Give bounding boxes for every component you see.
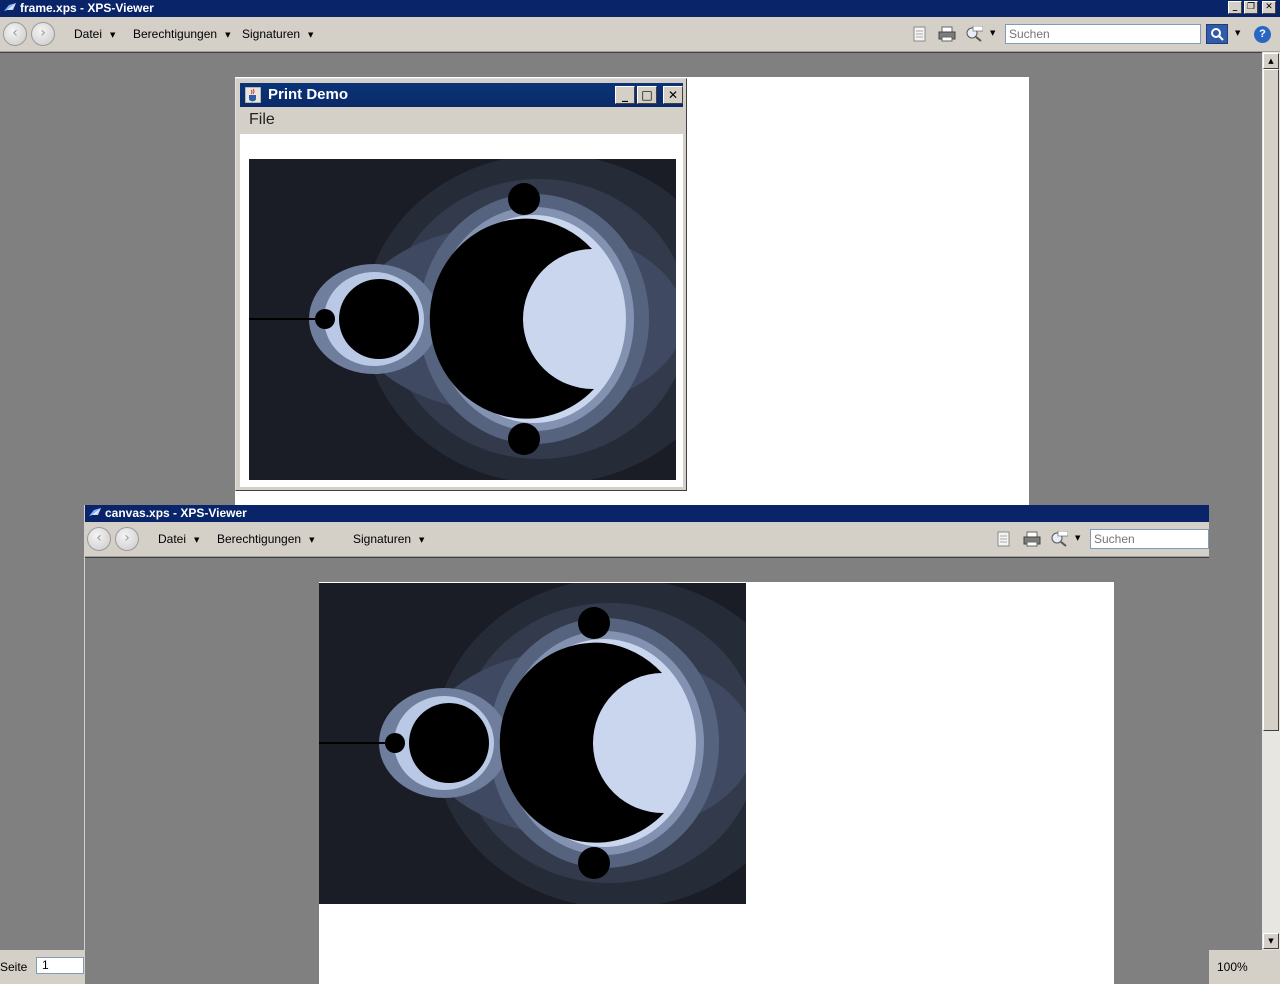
- page-number-input[interactable]: 1: [36, 957, 84, 974]
- back-button[interactable]: ‹: [3, 22, 27, 46]
- chevron-down-icon: ▼: [308, 30, 314, 39]
- java-cup-icon: [245, 87, 261, 103]
- menu-berechtigungen[interactable]: Berechtigungen ▼: [133, 27, 230, 41]
- page-icon[interactable]: [911, 26, 929, 42]
- menu-datei-label: Datei: [74, 27, 103, 41]
- print-demo-frame: Print Demo _ □ ✕ File: [235, 78, 687, 491]
- search-input[interactable]: [1005, 24, 1201, 44]
- scroll-up-button[interactable]: ▲: [1263, 53, 1279, 69]
- menu-berechtigungen-label: Berechtigungen: [133, 27, 218, 41]
- menu-datei[interactable]: Datei ▼: [74, 27, 115, 41]
- chevron-down-icon[interactable]: ▼: [1075, 534, 1080, 542]
- menu-signaturen-label: Signaturen: [353, 532, 412, 546]
- menu-berechtigungen[interactable]: Berechtigungen ▼: [217, 532, 314, 546]
- print-demo-title: Print Demo: [268, 86, 349, 103]
- vertical-scrollbar[interactable]: ▲ ▼: [1262, 52, 1280, 950]
- forward-button[interactable]: ›: [31, 22, 55, 46]
- title-bar: canvas.xps - XPS-Viewer: [85, 505, 1209, 522]
- back-button[interactable]: ‹: [87, 527, 111, 551]
- print-demo-title-bar: Print Demo _ □ ✕: [240, 83, 683, 107]
- close-button[interactable]: ✕: [663, 86, 683, 104]
- fractal-image: [249, 159, 676, 480]
- chevron-down-icon: ▼: [419, 535, 425, 544]
- chevron-down-icon[interactable]: ▼: [990, 29, 995, 37]
- page-icon[interactable]: [995, 531, 1013, 547]
- menu-datei[interactable]: Datei ▼: [158, 532, 199, 546]
- xps-app-icon: [4, 3, 16, 11]
- scroll-down-button[interactable]: ▼: [1263, 933, 1279, 949]
- help-icon: ?: [1259, 28, 1266, 40]
- toolbar: ‹ › Datei ▼ Berechtigungen ▼ Signaturen ▼ ▼: [85, 522, 1209, 557]
- chevron-down-icon: ▼: [225, 30, 231, 39]
- print-icon[interactable]: [938, 26, 956, 42]
- minimize-button[interactable]: _: [615, 86, 635, 104]
- chevron-down-icon[interactable]: ▼: [1235, 29, 1240, 37]
- help-button[interactable]: ?: [1254, 26, 1271, 43]
- minimize-button[interactable]: _: [1228, 1, 1242, 14]
- forward-button[interactable]: ›: [115, 527, 139, 551]
- zoom-level[interactable]: 100%: [1217, 960, 1248, 974]
- menu-signaturen-label: Signaturen: [242, 27, 301, 41]
- xps-app-icon: [89, 508, 101, 516]
- back-icon: ‹: [12, 25, 18, 41]
- status-bar-left: Seite 1: [0, 950, 84, 984]
- menu-berechtigungen-label: Berechtigungen: [217, 532, 302, 546]
- title-bar: frame.xps - XPS-Viewer _ ❐ ✕: [0, 0, 1280, 17]
- menu-datei-label: Datei: [158, 532, 187, 546]
- status-bar-right: 100%: [1208, 950, 1280, 984]
- restore-button[interactable]: ❐: [1244, 1, 1258, 14]
- menu-file[interactable]: File: [249, 111, 275, 129]
- search-input[interactable]: [1090, 529, 1209, 549]
- page-label: Seite: [0, 960, 28, 974]
- forward-icon: ›: [40, 25, 46, 41]
- window-title: canvas.xps - XPS-Viewer: [105, 506, 247, 520]
- print-icon[interactable]: [1023, 531, 1041, 547]
- menu-signaturen[interactable]: Signaturen ▼: [242, 27, 313, 41]
- chevron-down-icon: ▼: [110, 30, 116, 39]
- chevron-down-icon: ▼: [309, 535, 315, 544]
- maximize-button[interactable]: □: [637, 86, 657, 104]
- chevron-down-icon: ▼: [194, 535, 200, 544]
- search-icon: [1211, 28, 1224, 41]
- zoom-icon[interactable]: [1050, 531, 1068, 547]
- close-button[interactable]: ✕: [1262, 1, 1276, 14]
- fractal-image: [319, 583, 746, 904]
- xps-viewer-window-canvas: canvas.xps - XPS-Viewer ‹ › Datei ▼ Berec…: [84, 505, 1209, 984]
- zoom-icon[interactable]: [965, 26, 983, 42]
- forward-icon: ›: [124, 530, 130, 546]
- window-title: frame.xps - XPS-Viewer: [20, 1, 154, 15]
- menu-signaturen[interactable]: Signaturen ▼: [353, 532, 424, 546]
- scroll-thumb[interactable]: [1263, 69, 1279, 731]
- back-icon: ‹: [96, 530, 102, 546]
- search-button[interactable]: [1206, 24, 1228, 44]
